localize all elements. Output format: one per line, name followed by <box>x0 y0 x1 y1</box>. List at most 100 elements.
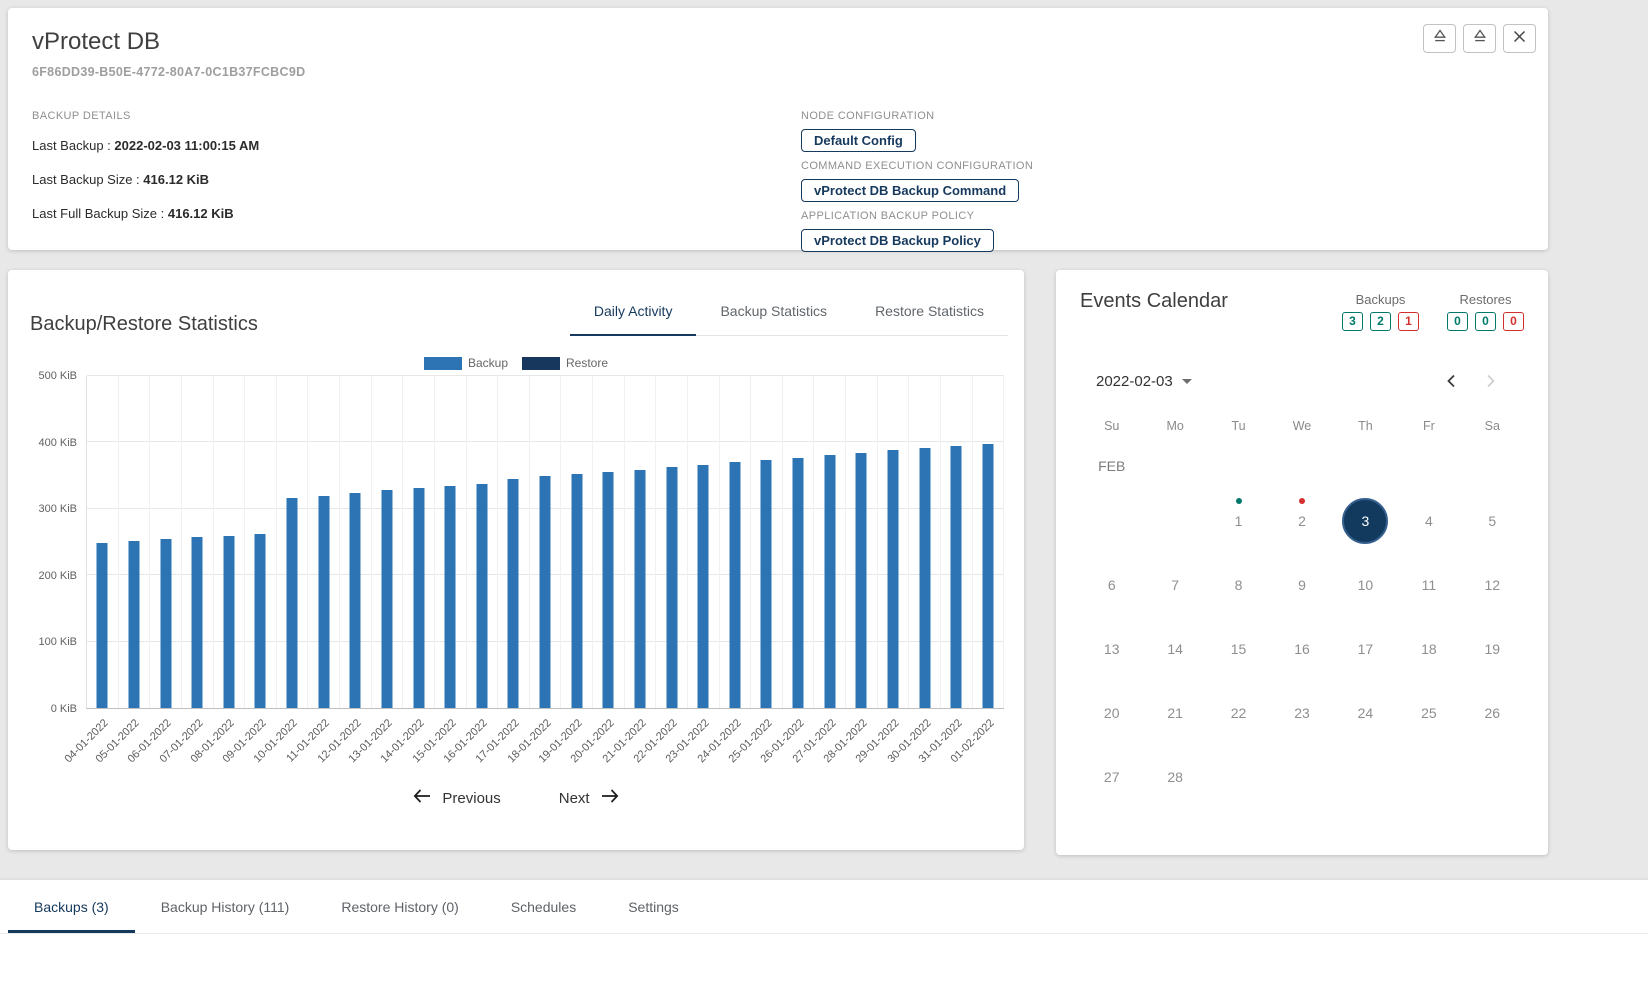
calendar-day[interactable]: 1 <box>1207 489 1270 553</box>
last-backup-size-value: 416.12 KiB <box>143 172 209 187</box>
calendar-day[interactable]: 22 <box>1207 681 1270 745</box>
calendar-day[interactable]: 5 <box>1461 489 1524 553</box>
date-selector[interactable]: 2022-02-03 <box>1096 373 1192 390</box>
header-actions <box>1423 24 1536 53</box>
calendar-empty <box>1080 489 1143 553</box>
calendar-day[interactable]: 25 <box>1397 681 1460 745</box>
bar-column <box>214 376 246 708</box>
last-full-backup-size-label: Last Full Backup Size : <box>32 206 164 221</box>
last-full-backup-size-row: Last Full Backup Size : 416.12 KiB <box>32 206 259 221</box>
bar-column <box>403 376 435 708</box>
day-number: 23 <box>1294 705 1310 721</box>
calendar-controls: 2022-02-03 <box>1080 371 1524 391</box>
bar-column <box>973 376 1005 708</box>
bar-column <box>656 376 688 708</box>
day-number: 16 <box>1294 641 1310 657</box>
calendar-day[interactable]: 3 <box>1334 489 1397 553</box>
weekday-header: Th <box>1334 409 1397 443</box>
calendar-day[interactable]: 26 <box>1461 681 1524 745</box>
next-month-button[interactable] <box>1480 371 1500 391</box>
bar-column <box>150 376 182 708</box>
month-row-spacer <box>1143 443 1206 489</box>
last-backup-value: 2022-02-03 11:00:15 AM <box>114 138 259 153</box>
calendar-day[interactable]: 4 <box>1397 489 1460 553</box>
next-button[interactable]: Next <box>559 789 619 807</box>
events-calendar-card: Events Calendar Backups 3 2 1 Restores 0… <box>1056 270 1548 855</box>
backup-bar <box>128 541 139 708</box>
backup-bar <box>634 470 645 708</box>
tab-settings[interactable]: Settings <box>602 880 705 933</box>
y-tick-label: 400 KiB <box>38 437 77 449</box>
backup-bar <box>540 476 551 708</box>
calendar-day[interactable]: 21 <box>1143 681 1206 745</box>
backup-bar <box>508 479 519 708</box>
backup-bar <box>571 474 582 708</box>
month-row-spacer <box>1270 443 1333 489</box>
day-number: 2 <box>1298 513 1306 529</box>
chart-legend: Backup Restore <box>24 356 1008 370</box>
day-number: 8 <box>1235 577 1243 593</box>
calendar-day[interactable]: 20 <box>1080 681 1143 745</box>
calendar-day[interactable]: 15 <box>1207 617 1270 681</box>
backup-button[interactable] <box>1423 24 1456 53</box>
bar-column <box>751 376 783 708</box>
selected-date: 2022-02-03 <box>1096 373 1173 390</box>
command-execution-configuration-label: COMMAND EXECUTION CONFIGURATION <box>801 160 1033 172</box>
backup-policy-button[interactable]: vProtect DB Backup Policy <box>801 229 994 252</box>
calendar-day[interactable]: 19 <box>1461 617 1524 681</box>
backup-command-button[interactable]: vProtect DB Backup Command <box>801 179 1019 202</box>
calendar-day[interactable]: 27 <box>1080 745 1143 809</box>
node-config-button[interactable]: Default Config <box>801 129 916 152</box>
close-button[interactable] <box>1503 24 1536 53</box>
backup-bar <box>223 536 234 708</box>
chart-pagination: Previous Next <box>24 789 1008 807</box>
previous-button[interactable]: Previous <box>413 789 500 807</box>
calendar-day[interactable]: 18 <box>1397 617 1460 681</box>
calendar-day[interactable]: 11 <box>1397 553 1460 617</box>
backup-bar <box>445 486 456 708</box>
bar-column <box>909 376 941 708</box>
chart-area: 0 KiB100 KiB200 KiB300 KiB400 KiB500 KiB… <box>24 376 1008 783</box>
calendar-day[interactable]: 23 <box>1270 681 1333 745</box>
calendar-day[interactable]: 7 <box>1143 553 1206 617</box>
tab-backup-statistics[interactable]: Backup Statistics <box>696 288 851 336</box>
bar-column <box>372 376 404 708</box>
y-tick-label: 500 KiB <box>38 370 77 382</box>
calendar-day[interactable]: 16 <box>1270 617 1333 681</box>
tab-backups[interactable]: Backups (3) <box>8 880 135 933</box>
day-number: 22 <box>1231 705 1247 721</box>
backup-bar <box>824 455 835 708</box>
bar-column <box>593 376 625 708</box>
y-tick-label: 300 KiB <box>38 503 77 515</box>
calendar-empty <box>1397 745 1460 809</box>
backup-icon <box>1432 28 1448 49</box>
tab-restore-history[interactable]: Restore History (0) <box>315 880 484 933</box>
calendar-day[interactable]: 12 <box>1461 553 1524 617</box>
tab-schedules[interactable]: Schedules <box>485 880 602 933</box>
calendar-day[interactable]: 13 <box>1080 617 1143 681</box>
month-row-spacer <box>1334 443 1397 489</box>
calendar-day[interactable]: 24 <box>1334 681 1397 745</box>
calendar-day[interactable]: 28 <box>1143 745 1206 809</box>
bar-column <box>467 376 499 708</box>
tab-restore-statistics[interactable]: Restore Statistics <box>851 288 1008 336</box>
day-number: 14 <box>1167 641 1183 657</box>
calendar-day[interactable]: 17 <box>1334 617 1397 681</box>
calendar-day[interactable]: 6 <box>1080 553 1143 617</box>
calendar-day[interactable]: 2 <box>1270 489 1333 553</box>
next-label: Next <box>559 790 590 807</box>
day-number: 1 <box>1235 513 1243 529</box>
calendar-day[interactable]: 10 <box>1334 553 1397 617</box>
tab-backup-history[interactable]: Backup History (111) <box>135 880 316 933</box>
previous-month-button[interactable] <box>1442 371 1462 391</box>
calendar-day[interactable]: 9 <box>1270 553 1333 617</box>
restores-failed-badge: 0 <box>1503 312 1524 331</box>
tab-daily-activity[interactable]: Daily Activity <box>570 288 697 336</box>
month-row-spacer <box>1207 443 1270 489</box>
month-row-spacer <box>1461 443 1524 489</box>
calendar-day[interactable]: 14 <box>1143 617 1206 681</box>
events-calendar-title: Events Calendar <box>1080 290 1228 313</box>
restore-button[interactable] <box>1463 24 1496 53</box>
legend-backup-label: Backup <box>468 356 508 370</box>
calendar-day[interactable]: 8 <box>1207 553 1270 617</box>
